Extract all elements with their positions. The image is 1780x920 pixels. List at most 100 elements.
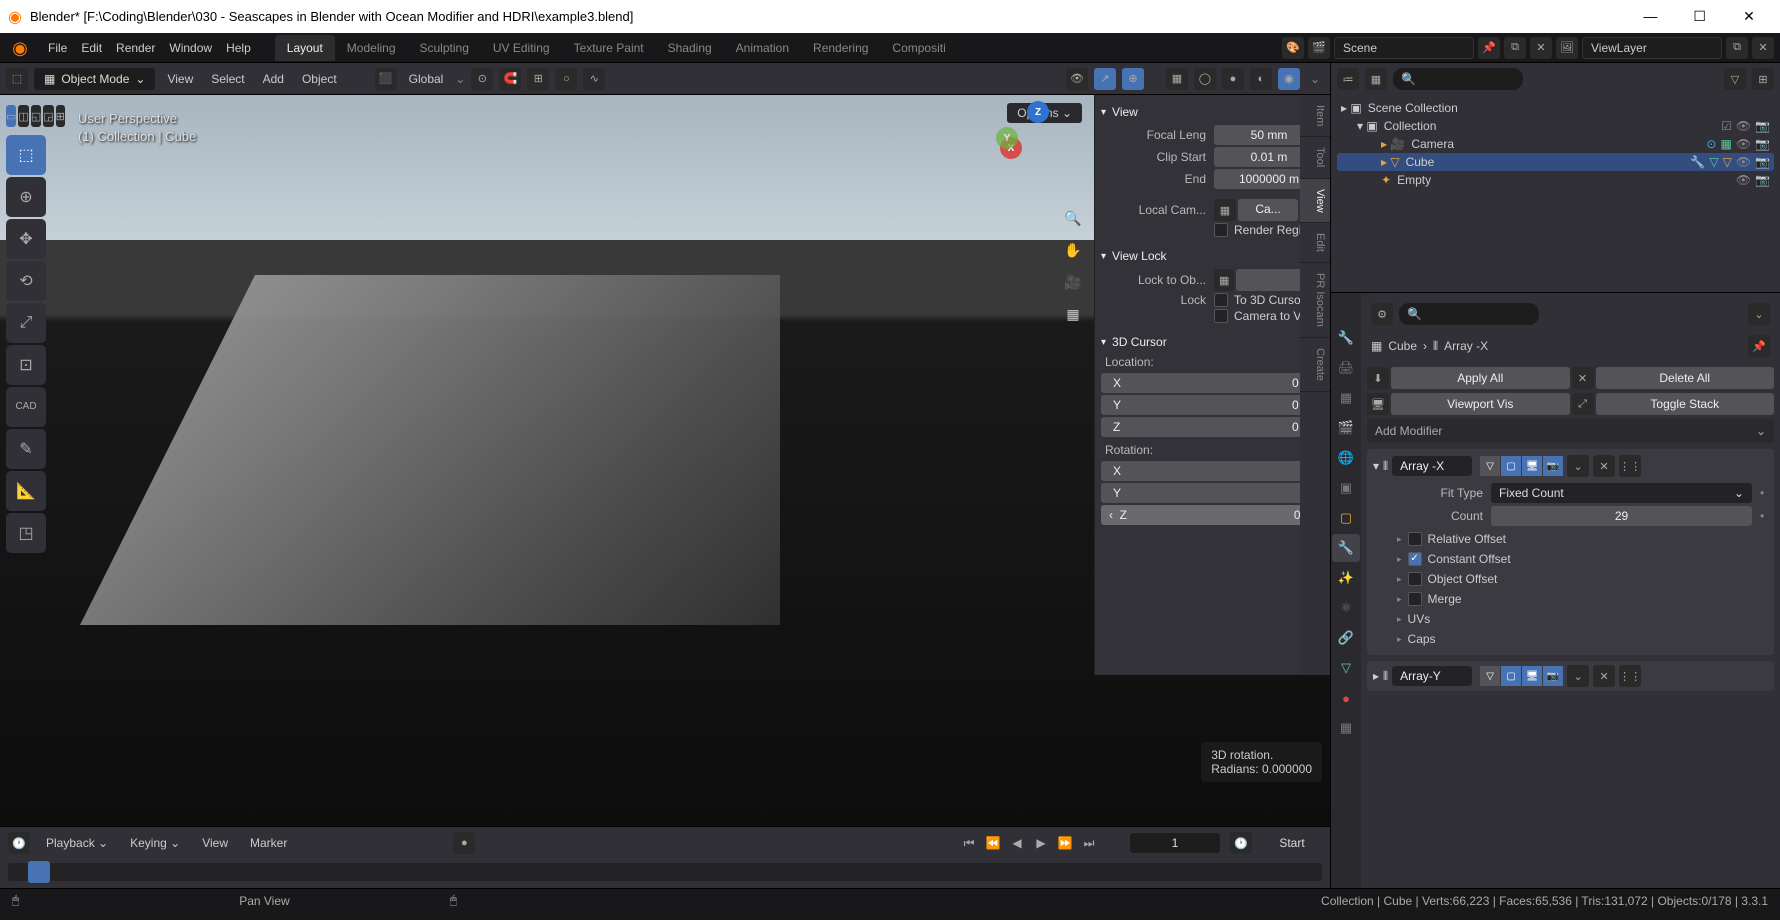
constant-offset-toggle[interactable]: Constant Offset [1373,549,1768,569]
jump-start-icon[interactable]: ⏮ [958,832,980,854]
mode-dropdown[interactable]: ▦ Object Mode ⌄ [34,68,155,90]
render-icon[interactable]: 📷 [1755,137,1770,151]
snap-icon[interactable]: 🧲 [499,68,521,90]
mod-extra-icon[interactable]: ⌄ [1567,455,1589,477]
prop-tab-physics-icon[interactable]: ⚛ [1332,594,1360,622]
viewlock-panel-header[interactable]: View Lock [1101,245,1324,267]
new-collection-icon[interactable]: ⊞ [1752,68,1774,90]
localcam-input[interactable]: Ca... [1238,199,1298,221]
outliner-display-icon[interactable]: ▦ [1365,68,1387,90]
viewport-icon[interactable]: 🖥 [1367,393,1389,415]
menu-edit[interactable]: Edit [81,41,102,55]
workspace-rendering[interactable]: Rendering [801,35,880,61]
mod-extra-icon[interactable]: ⌄ [1567,665,1589,687]
mod-render-icon[interactable]: 📷 [1543,456,1563,476]
timeline-editor-icon[interactable]: 🕐 [8,832,30,854]
annotate-tool-icon[interactable]: ✎ [6,429,46,469]
jump-prev-key-icon[interactable]: ⏪ [982,832,1004,854]
render-icon[interactable]: 📷 [1755,173,1770,187]
tree-scene-collection[interactable]: ▸ ▣ Scene Collection [1337,99,1774,117]
3dcursor-panel-header[interactable]: 3D Cursor [1101,331,1324,353]
eye-icon[interactable]: 👁 [1736,137,1751,151]
select-menu[interactable]: Select [205,70,250,88]
orientation-dropdown[interactable]: Global [403,70,450,88]
delete-all-button[interactable]: Delete All [1596,367,1775,389]
add-primitive-tool-icon[interactable]: ◳ [6,513,46,553]
prop-tab-collection-icon[interactable]: ▣ [1332,474,1360,502]
move-tool-icon[interactable]: ✥ [6,219,46,259]
add-modifier-dropdown[interactable]: Add Modifier⌄ [1367,419,1774,443]
proportional-icon[interactable]: ○ [555,68,577,90]
cad-tool-icon[interactable]: CAD [6,387,46,427]
select-mode-4-icon[interactable]: ◲ [43,105,53,127]
delete-viewlayer-icon[interactable]: ✕ [1752,37,1774,59]
lockobj-browse-icon[interactable]: ▦ [1214,269,1234,291]
ortho-toggle-icon[interactable]: ▦ [1060,301,1086,327]
render-icon[interactable]: 📷 [1755,119,1770,133]
mod-delete-icon[interactable]: ✕ [1593,455,1615,477]
localcam-browse-icon[interactable]: ▦ [1214,199,1236,221]
prop-tab-particles-icon[interactable]: ✨ [1332,564,1360,592]
mod-cage-icon[interactable]: ▢ [1501,666,1521,686]
mod-cage-icon[interactable]: ▢ [1501,456,1521,476]
lock-3dcursor-checkbox[interactable] [1214,293,1228,307]
eye-icon[interactable]: 👁 [1736,119,1751,133]
viewport-vis-button[interactable]: Viewport Vis [1391,393,1570,415]
npanel-tab-edit[interactable]: Edit [1300,223,1330,263]
prop-tab-material-icon[interactable]: ● [1332,684,1360,712]
npanel-tab-create[interactable]: Create [1300,338,1330,392]
keying-menu[interactable]: Keying ⌄ [124,834,186,852]
npanel-tab-tool[interactable]: Tool [1300,137,1330,178]
pan-icon[interactable]: ✋ [1060,237,1086,263]
mod-viewport-icon[interactable]: 🖥 [1522,456,1542,476]
transform-tool-icon[interactable]: ⊡ [6,345,46,385]
xray-icon[interactable]: ▦ [1166,68,1188,90]
shading-solid-icon[interactable]: ● [1222,68,1244,90]
expand-icon[interactable]: ⤢ [1572,393,1594,415]
caps-section[interactable]: Caps [1373,629,1768,649]
proportional-curve-icon[interactable]: ∿ [583,68,605,90]
npanel-tab-view[interactable]: View [1300,179,1330,224]
workspace-texpaint[interactable]: Texture Paint [562,35,656,61]
modifier-name-input[interactable]: Array-Y [1392,666,1472,686]
playhead[interactable] [28,861,50,883]
chevron-down-icon[interactable]: ⌄ [1306,72,1324,86]
scene-browse-icon[interactable]: 🎨 [1282,37,1304,59]
outliner-editor-icon[interactable]: ≔ [1337,68,1359,90]
merge-toggle[interactable]: Merge [1373,589,1768,609]
props-search-input[interactable] [1399,303,1539,325]
pivot-icon[interactable]: ⊙ [471,68,493,90]
expand-icon[interactable]: ▾ [1373,459,1379,473]
prop-tab-texture-icon[interactable]: ▦ [1332,714,1360,742]
apply-all-button[interactable]: Apply All [1391,367,1570,389]
outliner-search-input[interactable] [1393,68,1523,90]
apply-icon[interactable]: ⬇ [1367,367,1389,389]
timeline-view-menu[interactable]: View [196,834,234,852]
jump-end-icon[interactable]: ⏭ [1078,832,1100,854]
cursor-rot-x-input[interactable]: X0° [1101,461,1324,481]
npanel-tab-item[interactable]: Item [1300,95,1330,137]
prop-tab-scene-icon[interactable]: 🎬 [1332,414,1360,442]
workspace-animation[interactable]: Animation [724,35,801,61]
measure-tool-icon[interactable]: 📐 [6,471,46,511]
eye-icon[interactable]: 👁 [1736,173,1751,187]
workspace-uv[interactable]: UV Editing [481,35,562,61]
scene-name-input[interactable] [1334,37,1474,59]
tree-empty[interactable]: ✦ Empty 👁📷 [1337,171,1774,189]
relative-offset-toggle[interactable]: Relative Offset [1373,529,1768,549]
eye-icon[interactable]: 👁 [1736,155,1751,169]
camera-view-icon[interactable]: 🎥 [1060,269,1086,295]
object-offset-toggle[interactable]: Object Offset [1373,569,1768,589]
cursor-rot-z-input[interactable]: ‹ Z0° › [1101,505,1324,525]
play-reverse-icon[interactable]: ◀ [1006,832,1028,854]
jump-next-key-icon[interactable]: ⏩ [1054,832,1076,854]
prop-tab-object-icon[interactable]: ▢ [1332,504,1360,532]
select-mode-2-icon[interactable]: ◫ [18,105,28,127]
playback-menu[interactable]: Playback ⌄ [40,834,114,852]
zoom-icon[interactable]: 🔍 [1060,205,1086,231]
copy-viewlayer-icon[interactable]: ⧉ [1726,37,1748,59]
visibility-icon[interactable]: 👁 [1066,68,1088,90]
npanel-tab-prisocam[interactable]: PR Isocam [1300,263,1330,338]
prop-tab-constraints-icon[interactable]: 🔗 [1332,624,1360,652]
prop-tab-modifiers-icon[interactable]: 🔧 [1332,534,1360,562]
